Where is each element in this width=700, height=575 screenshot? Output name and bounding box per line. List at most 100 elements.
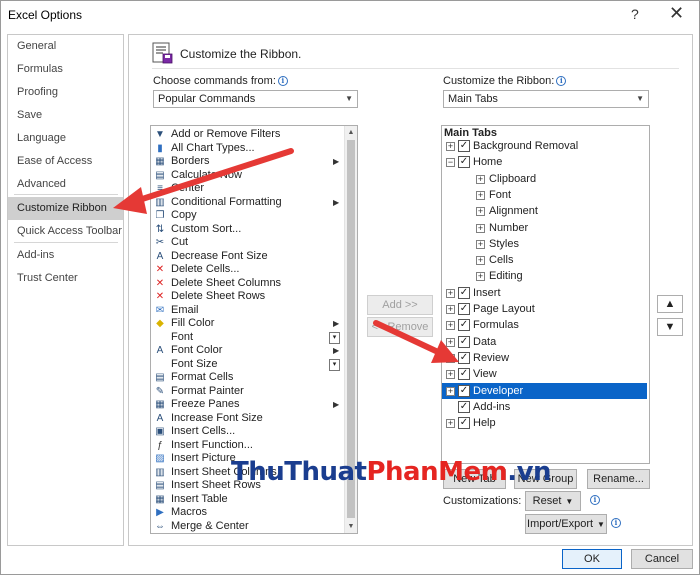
tree-item-clipboard[interactable]: + Clipboard xyxy=(442,171,647,187)
tree-item-number[interactable]: + Number xyxy=(442,220,647,236)
scroll-up-icon[interactable]: ▲ xyxy=(345,126,357,139)
command-item-fill-color[interactable]: ◆ Fill Color ▶ xyxy=(151,317,339,331)
command-item-decrease-font-size[interactable]: A Decrease Font Size xyxy=(151,250,331,264)
nav-item-proofing[interactable]: Proofing xyxy=(8,81,123,103)
nav-item-formulas[interactable]: Formulas xyxy=(8,58,123,80)
command-item-format-cells[interactable]: ▤ Format Cells xyxy=(151,371,331,385)
checkbox[interactable]: ✓ xyxy=(458,156,470,169)
rename-button[interactable]: Rename... xyxy=(587,469,650,489)
command-item-copy[interactable]: ❐ Copy xyxy=(151,209,331,223)
command-item-format-painter[interactable]: ✎ Format Painter xyxy=(151,385,331,399)
expand-icon[interactable]: + xyxy=(476,190,485,200)
command-item-delete-sheet-columns[interactable]: ✕ Delete Sheet Columns xyxy=(151,277,331,291)
command-item-delete-cells[interactable]: ✕ Delete Cells... xyxy=(151,263,331,277)
expand-icon[interactable]: + xyxy=(476,207,485,217)
command-item-borders[interactable]: ▦ Borders ▶ xyxy=(151,155,339,169)
info-icon[interactable]: i xyxy=(611,518,621,528)
command-item-calculate-now[interactable]: ▤ Calculate Now xyxy=(151,169,331,183)
checkbox[interactable]: ✓ xyxy=(458,384,470,397)
nav-item-trust-center[interactable]: Trust Center xyxy=(8,267,123,289)
tree-item-insert[interactable]: + ✓ Insert xyxy=(442,285,647,301)
checkbox[interactable]: ✓ xyxy=(458,286,470,299)
command-item-email[interactable]: ✉ Email xyxy=(151,304,331,318)
expand-icon[interactable]: + xyxy=(446,370,455,380)
command-item-font-color[interactable]: A Font Color ▶ xyxy=(151,344,340,358)
checkbox[interactable]: ✓ xyxy=(458,417,470,430)
import-export-button[interactable]: Import/Export ▼ xyxy=(525,514,607,534)
tree-item-formulas[interactable]: + ✓ Formulas xyxy=(442,317,647,333)
command-item-macros[interactable]: ▶ Macros xyxy=(151,506,331,520)
nav-item-customize-ribbon[interactable]: Customize Ribbon xyxy=(8,197,123,220)
checkbox[interactable]: ✓ xyxy=(458,351,470,364)
expand-icon[interactable]: + xyxy=(476,272,485,282)
ribbon-tabs-tree[interactable]: Main Tabs + ✓ Background Removal − ✓ Home + Cli… xyxy=(441,125,650,464)
expand-icon[interactable]: + xyxy=(446,142,455,151)
command-item-insert-table[interactable]: ▦ Insert Table xyxy=(151,493,331,507)
tree-item-home[interactable]: − ✓ Home xyxy=(442,154,647,170)
command-item-increase-font-size[interactable]: A Increase Font Size xyxy=(151,412,331,426)
checkbox[interactable]: ✓ xyxy=(458,400,470,413)
command-item-freeze-panes[interactable]: ▦ Freeze Panes ▶ xyxy=(151,398,339,412)
checkbox[interactable]: ✓ xyxy=(458,319,470,332)
help-icon[interactable]: ? xyxy=(631,6,639,22)
tree-item-editing[interactable]: + Editing xyxy=(442,268,647,284)
tree-item-alignment[interactable]: + Alignment xyxy=(442,203,647,219)
command-item-font[interactable]: Font ▾ xyxy=(151,331,340,345)
tree-item-font[interactable]: + Font xyxy=(442,187,647,203)
reset-button[interactable]: Reset ▼ xyxy=(525,491,581,511)
command-item-conditional-formatting[interactable]: ▥ Conditional Formatting ▶ xyxy=(151,196,339,210)
expand-icon[interactable]: + xyxy=(476,239,485,249)
expand-icon[interactable]: + xyxy=(446,321,455,331)
close-icon[interactable]: ✕ xyxy=(669,3,684,24)
expand-icon[interactable]: + xyxy=(476,174,485,184)
command-item-insert-cells[interactable]: ▣ Insert Cells... xyxy=(151,425,331,439)
expand-icon[interactable]: + xyxy=(446,337,455,347)
customize-ribbon-select[interactable]: Main Tabs ▼ xyxy=(443,90,649,108)
nav-item-add-ins[interactable]: Add-ins xyxy=(8,244,123,266)
expand-icon[interactable]: + xyxy=(446,305,455,314)
info-icon[interactable]: i xyxy=(590,495,600,505)
nav-item-language[interactable]: Language xyxy=(8,127,123,149)
tree-item-data[interactable]: + ✓ Data xyxy=(442,334,647,350)
collapse-icon[interactable]: − xyxy=(446,158,455,168)
expand-icon[interactable]: + xyxy=(446,353,455,363)
tree-item-styles[interactable]: + Styles xyxy=(442,236,647,252)
tree-item-review[interactable]: + ✓ Review xyxy=(442,350,647,366)
expand-icon[interactable]: + xyxy=(476,256,485,266)
tree-item-background-removal[interactable]: + ✓ Background Removal xyxy=(442,138,647,154)
nav-item-ease-of-access[interactable]: Ease of Access xyxy=(8,150,123,172)
command-item-insert-function[interactable]: ƒ Insert Function... xyxy=(151,439,331,453)
cancel-button[interactable]: Cancel xyxy=(631,549,693,569)
tree-item-cells[interactable]: + Cells xyxy=(442,252,647,268)
tree-item-view[interactable]: + ✓ View xyxy=(442,366,647,382)
move-up-button[interactable]: ▲ xyxy=(657,295,683,313)
tree-item-page-layout[interactable]: + ✓ Page Layout xyxy=(442,301,647,317)
checkbox[interactable]: ✓ xyxy=(458,335,470,348)
scroll-down-icon[interactable]: ▼ xyxy=(345,520,357,533)
remove-button[interactable]: << Remove xyxy=(367,317,433,337)
choose-commands-select[interactable]: Popular Commands ▼ xyxy=(153,90,358,108)
add-button[interactable]: Add >> xyxy=(367,295,433,315)
command-item-delete-sheet-rows[interactable]: ✕ Delete Sheet Rows xyxy=(151,290,331,304)
checkbox[interactable]: ✓ xyxy=(458,303,470,315)
expand-icon[interactable]: + xyxy=(446,419,455,429)
nav-item-quick-access-toolbar[interactable]: Quick Access Toolbar xyxy=(8,220,123,242)
command-item-custom-sort[interactable]: ⇅ Custom Sort... xyxy=(151,223,331,237)
expand-icon[interactable]: + xyxy=(446,288,455,298)
expand-icon[interactable]: + xyxy=(476,223,485,233)
command-item-center[interactable]: ≡ Center xyxy=(151,182,331,196)
expand-icon[interactable]: + xyxy=(446,386,455,396)
command-item-all-chart-types[interactable]: ▮ All Chart Types... xyxy=(151,142,331,156)
checkbox[interactable]: ✓ xyxy=(458,368,470,381)
move-down-button[interactable]: ▼ xyxy=(657,318,683,336)
command-item-add-or-remove-filters[interactable]: ▼ Add or Remove Filters xyxy=(151,128,331,142)
info-icon[interactable]: i xyxy=(556,76,567,86)
nav-item-general[interactable]: General xyxy=(8,35,123,57)
info-icon[interactable]: i xyxy=(277,76,288,86)
nav-item-advanced[interactable]: Advanced xyxy=(8,173,123,195)
checkbox[interactable]: ✓ xyxy=(458,140,470,152)
tree-item-developer[interactable]: + ✓ Developer xyxy=(442,382,647,399)
ok-button[interactable]: OK xyxy=(562,549,622,569)
command-item-font-size[interactable]: Font Size ▾ xyxy=(151,358,340,372)
nav-item-save[interactable]: Save xyxy=(8,104,123,126)
